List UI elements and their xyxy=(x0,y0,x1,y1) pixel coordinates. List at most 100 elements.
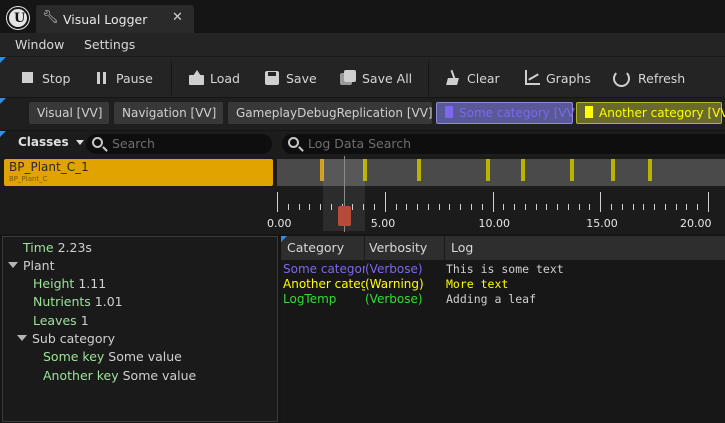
timeline-minor-tick xyxy=(514,204,515,210)
load-button[interactable]: Load xyxy=(188,67,240,89)
log-row-verbosity: (Verbose) xyxy=(365,292,423,306)
column-header-verbosity[interactable]: Verbosity xyxy=(369,240,427,255)
toolbar: Stop Pause Load Save Save All Clear Grap… xyxy=(0,56,725,97)
color-swatch xyxy=(445,106,453,118)
toolbar-corner xyxy=(0,57,6,63)
detail-leaves-key: Leaves xyxy=(33,313,77,328)
timeline-minor-tick xyxy=(439,204,440,210)
timeline-minor-tick xyxy=(299,204,300,210)
timeline-area: BP_Plant_C_1 BP_Plant_C 0.00 5.00 10.00 15.… xyxy=(0,156,725,234)
category-visual[interactable]: Visual [VV] xyxy=(29,102,109,124)
pause-icon xyxy=(94,70,110,86)
column-header-log[interactable]: Log xyxy=(451,240,473,255)
stop-icon xyxy=(20,70,36,86)
category-navigation[interactable]: Navigation [VV] xyxy=(114,102,223,124)
time-scrubber-handle[interactable] xyxy=(338,206,351,226)
tab-visual-logger[interactable]: 🔧︎ Visual Logger ✕ xyxy=(36,5,194,33)
timeline-minor-tick xyxy=(449,204,450,210)
log-row[interactable]: Another categ (Warning) More text xyxy=(281,277,725,292)
timeline-minor-tick xyxy=(536,204,537,210)
broom-icon xyxy=(445,69,461,86)
filterrow-corner xyxy=(0,131,6,137)
menu-settings[interactable]: Settings xyxy=(84,37,135,52)
log-row[interactable]: Some categor (Verbose) This is some text xyxy=(281,262,725,277)
category-some-category-label: Some category [VV] xyxy=(459,106,580,120)
detail-height-key: Height xyxy=(33,276,75,291)
category-gameplaydebugreplication[interactable]: GameplayDebugReplication [VV] xyxy=(228,102,433,124)
color-swatch xyxy=(585,106,593,118)
pause-button[interactable]: Pause xyxy=(94,67,153,89)
column-divider[interactable] xyxy=(364,236,365,260)
timeline-major-tick xyxy=(708,192,709,212)
log-row[interactable]: LogTemp (Verbose) Adding a leaf xyxy=(281,292,725,307)
save-all-button[interactable]: Save All xyxy=(340,67,412,89)
timeline-minor-tick xyxy=(331,204,332,210)
timeline-minor-tick xyxy=(633,204,634,210)
column-header-category[interactable]: Category xyxy=(287,240,344,255)
close-tab-icon[interactable]: ✕ xyxy=(172,10,183,25)
class-search-placeholder: Search xyxy=(112,136,155,151)
category-some-category[interactable]: Some category [VV] xyxy=(436,102,579,124)
toolbar-separator xyxy=(428,61,429,95)
graph-icon xyxy=(524,70,540,86)
timeline-major-tick xyxy=(600,192,601,212)
timeline-major-tick xyxy=(385,192,386,212)
timeline-minor-tick xyxy=(406,204,407,210)
log-data-search-input[interactable]: Log Data Search xyxy=(282,134,725,154)
category-another-category-label: Another category [VV] xyxy=(599,106,725,120)
detail-another-key-key: Another key xyxy=(43,368,119,383)
log-row-category: LogTemp xyxy=(283,292,337,306)
title-bar: U 🔧︎ Visual Logger ✕ xyxy=(0,0,725,33)
unreal-logo-icon: U xyxy=(7,7,29,29)
detail-nutrients-value: 1.01 xyxy=(94,294,123,309)
log-table-header: Category Verbosity Log xyxy=(281,236,725,260)
expand-triangle-icon xyxy=(8,262,18,268)
clear-button[interactable]: Clear xyxy=(445,67,500,89)
search-icon xyxy=(288,137,299,148)
category-another-category[interactable]: Another category [VV] xyxy=(576,102,725,124)
timeline-minor-tick xyxy=(697,204,698,210)
save-button[interactable]: Save xyxy=(264,67,317,89)
log-row-text: This is some text xyxy=(446,262,564,276)
detail-some-key-value: Some value xyxy=(108,349,182,364)
category-filter-bar: Visual [VV] Navigation [VV] GameplayDebu… xyxy=(0,98,725,130)
classes-dropdown[interactable]: Classes xyxy=(18,135,84,149)
detail-nutrients: Nutrients 1.01 xyxy=(33,294,123,309)
timeline-minor-tick xyxy=(686,204,687,210)
graphs-button[interactable]: Graphs xyxy=(524,67,591,89)
timeline-minor-tick xyxy=(288,204,289,210)
expand-triangle-icon xyxy=(17,335,27,341)
pause-label: Pause xyxy=(116,70,153,86)
log-row-category: Another categ xyxy=(283,277,365,291)
save-all-icon xyxy=(340,70,356,86)
timeline-minor-tick xyxy=(471,204,472,210)
save-label: Save xyxy=(286,70,317,86)
timeline-minor-tick xyxy=(546,204,547,210)
toolbar-separator xyxy=(171,61,172,95)
search-icon xyxy=(92,137,103,148)
column-divider[interactable] xyxy=(444,236,445,260)
detail-leaves-value: 1 xyxy=(80,313,89,328)
timeline-tick-label: 5.00 xyxy=(370,217,396,230)
detail-another-key: Another key Some value xyxy=(43,368,196,383)
timeline-minor-tick xyxy=(665,204,666,210)
refresh-button[interactable]: Refresh xyxy=(612,67,685,89)
timeline-tick-label: 0.00 xyxy=(267,217,292,230)
timeline-minor-tick xyxy=(428,204,429,210)
stop-button[interactable]: Stop xyxy=(20,67,70,89)
timeline-minor-tick xyxy=(503,204,504,210)
timeline-minor-tick xyxy=(611,204,612,210)
timeline-minor-tick xyxy=(525,204,526,210)
detail-group-plant[interactable]: Plant xyxy=(8,258,55,273)
refresh-icon xyxy=(612,70,632,87)
log-row-verbosity: (Warning) xyxy=(365,277,424,291)
detail-height-value: 1.11 xyxy=(78,276,107,291)
class-search-input[interactable]: Search xyxy=(86,134,272,154)
timeline-major-tick xyxy=(277,192,278,212)
menu-window[interactable]: Window xyxy=(15,37,64,52)
detail-group-sub-category[interactable]: Sub category xyxy=(17,331,115,346)
timeline-minor-tick xyxy=(643,204,644,210)
filter-row: Classes Search Log Data Search xyxy=(0,131,725,156)
timeline-minor-tick xyxy=(460,204,461,210)
details-panel: Time 2.23s Plant Height 1.11 Nutrients 1… xyxy=(2,236,278,422)
